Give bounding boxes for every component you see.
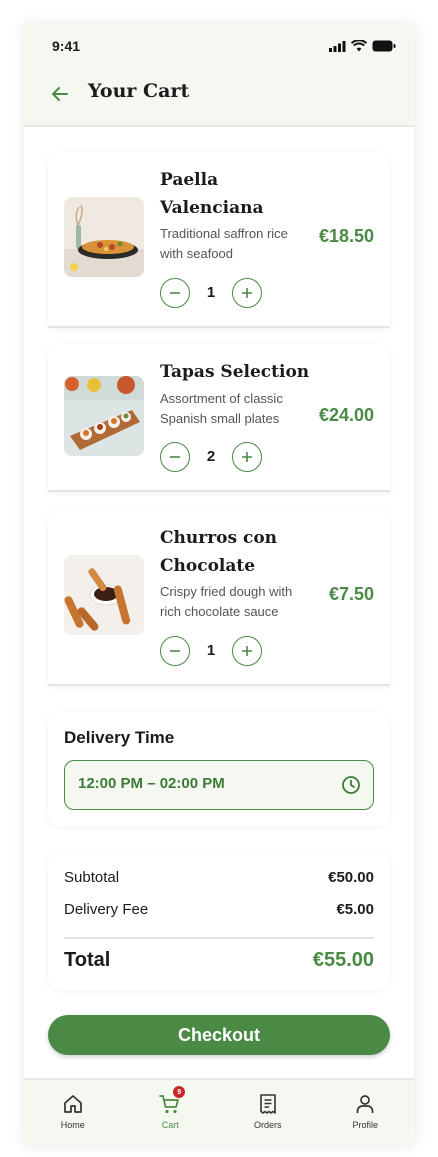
home-icon (63, 1095, 82, 1113)
tapas-image (64, 376, 144, 456)
minus-icon (170, 456, 180, 458)
tab-cart[interactable]: 9 Cart (122, 1080, 220, 1145)
signal-icon (329, 40, 346, 52)
subtotal-label: Subtotal (64, 869, 120, 886)
page-title: Your Cart (88, 80, 190, 102)
item-name: Tapas Selection (160, 362, 310, 382)
header-bar: 9:41 Your Cart (24, 24, 414, 127)
delivery-time-title: Delivery Time (64, 728, 175, 747)
plus-icon (242, 452, 252, 462)
item-description: Crispy fried dough with rich chocolate s… (160, 584, 293, 619)
paella-image (64, 197, 144, 277)
tab-label: Profile (352, 1120, 378, 1130)
minus-icon (170, 650, 180, 652)
quantity-value: 2 (206, 448, 216, 465)
back-arrow-icon[interactable] (48, 82, 72, 106)
quantity-value: 1 (206, 642, 216, 659)
person-icon (356, 1095, 374, 1113)
bottom-tab-bar: Home 9 Cart Orders Profile (24, 1078, 414, 1145)
tab-label: Cart (161, 1120, 179, 1130)
tab-label: Orders (253, 1120, 282, 1130)
battery-icon (372, 40, 396, 52)
clock-icon (342, 776, 360, 794)
receipt-icon (259, 1094, 276, 1114)
checkout-button[interactable]: Checkout (48, 1015, 390, 1055)
phone-screen: 9:41 Your Cart Paella Valenciana Traditi… (24, 24, 414, 1145)
tab-label: Home (60, 1120, 85, 1130)
cart-item: Tapas Selection Assortment of classic Sp… (48, 344, 390, 492)
order-summary-card: Subtotal €50.00 Delivery Fee €5.00 Total… (48, 852, 390, 990)
decrease-quantity-button[interactable] (160, 442, 190, 472)
cart-icon-wrapper: 9 (158, 1086, 186, 1116)
tab-home[interactable]: Home (24, 1080, 122, 1145)
item-description: Assortment of classic Spanish small plat… (160, 391, 283, 426)
quantity-value: 1 (206, 284, 216, 301)
delivery-time-selector[interactable]: 12:00 PM – 02:00 PM (64, 760, 374, 810)
total-value: €55.00 (312, 949, 374, 971)
delivery-time-value: 12:00 PM – 02:00 PM (78, 775, 225, 792)
item-description: Traditional saffron rice with seafood (160, 226, 288, 261)
decrease-quantity-button[interactable] (160, 636, 190, 666)
summary-divider (64, 937, 374, 939)
increase-quantity-button[interactable] (232, 278, 262, 308)
wifi-icon (351, 40, 367, 52)
item-name: Churros con Chocolate (160, 528, 278, 576)
total-label: Total (64, 949, 111, 971)
status-icons (329, 40, 396, 52)
increase-quantity-button[interactable] (232, 442, 262, 472)
item-price: €24.00 (318, 405, 374, 425)
tab-orders[interactable]: Orders (219, 1080, 317, 1145)
plus-icon (242, 646, 252, 656)
delivery-fee-label: Delivery Fee (64, 901, 149, 918)
status-time: 9:41 (52, 38, 81, 54)
cart-item: Churros con Chocolate Crispy fried dough… (48, 510, 390, 686)
plus-icon (242, 288, 252, 298)
churros-image (64, 555, 144, 635)
subtotal-value: €50.00 (328, 869, 374, 886)
delivery-time-card: Delivery Time 12:00 PM – 02:00 PM (48, 712, 390, 826)
item-name: Paella Valenciana (160, 170, 264, 218)
item-price: €18.50 (318, 226, 374, 246)
cart-item: Paella Valenciana Traditional saffron ri… (48, 152, 390, 328)
decrease-quantity-button[interactable] (160, 278, 190, 308)
cart-count-badge: 9 (173, 1086, 186, 1098)
delivery-fee-value: €5.00 (336, 901, 374, 918)
tab-profile[interactable]: Profile (317, 1080, 415, 1145)
increase-quantity-button[interactable] (232, 636, 262, 666)
item-price: €7.50 (328, 584, 374, 604)
minus-icon (170, 292, 180, 294)
